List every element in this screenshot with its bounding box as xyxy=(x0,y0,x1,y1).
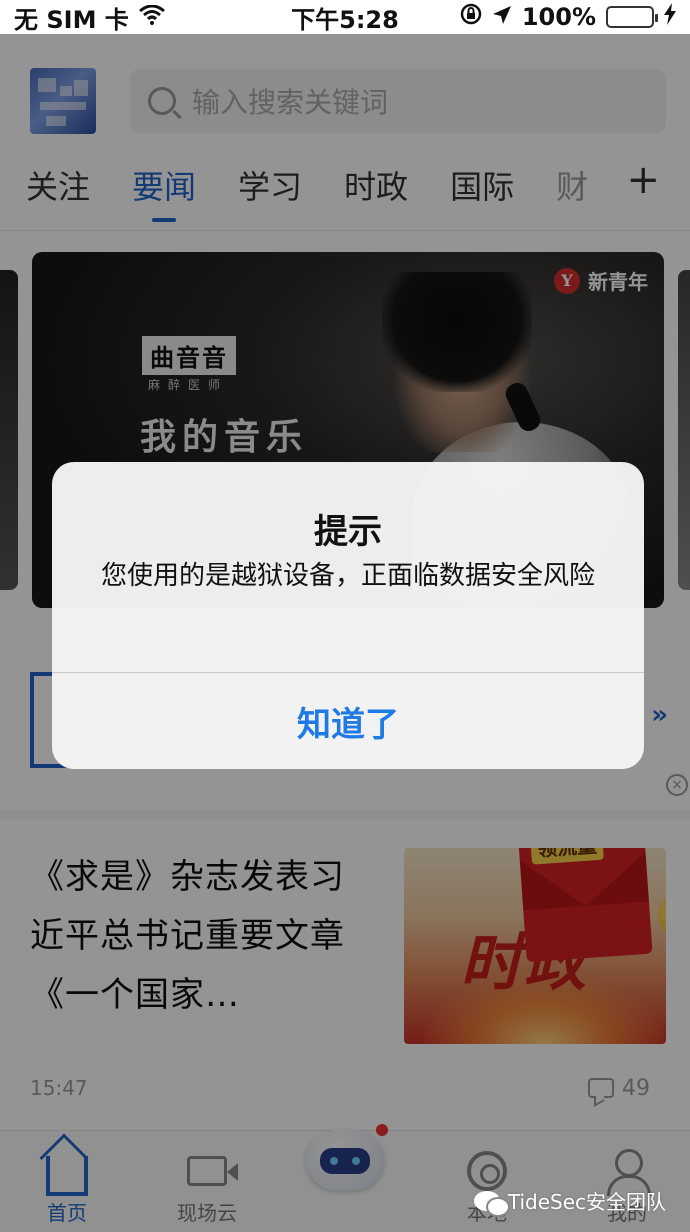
acknowledge-button[interactable]: 知道了 xyxy=(52,673,644,769)
alert-title: 提示 xyxy=(314,512,382,552)
alert-message: 您使用的是越狱设备，正面临数据安全风险 xyxy=(100,561,595,591)
charging-icon xyxy=(664,3,676,31)
battery-percent: 100% xyxy=(521,3,596,31)
status-left: 无 SIM 卡 xyxy=(14,0,165,35)
wechat-icon xyxy=(473,1190,510,1217)
battery-icon xyxy=(606,6,658,28)
watermark-label: TideSec安全团队 xyxy=(507,1190,666,1214)
location-icon xyxy=(492,3,512,31)
watermark: TideSec安全团队 xyxy=(473,1186,666,1217)
status-right: 100% xyxy=(460,3,676,31)
alert-dialog: 提示 您使用的是越狱设备，正面临数据安全风险 知道了 xyxy=(52,462,644,769)
wifi-icon xyxy=(138,3,165,31)
status-bar: 无 SIM 卡 下午5:28 100% xyxy=(0,0,690,34)
carrier-label: 无 SIM 卡 xyxy=(14,5,129,34)
orientation-lock-icon xyxy=(460,3,482,31)
